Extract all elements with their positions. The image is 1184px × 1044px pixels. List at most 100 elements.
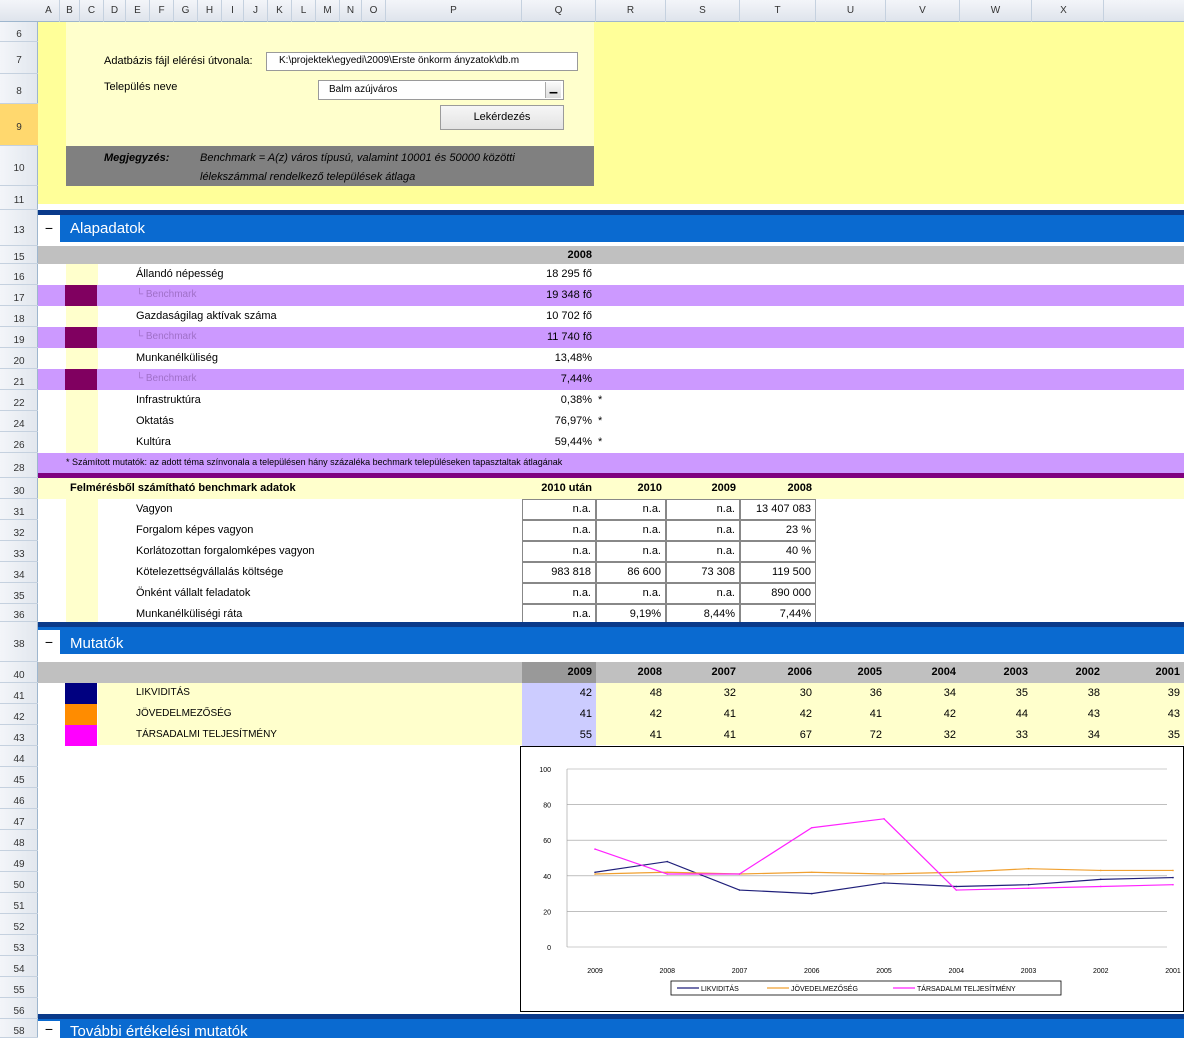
row-header-9[interactable]: 9	[0, 104, 38, 146]
row-header-48[interactable]: 48	[0, 830, 38, 851]
row-header-28[interactable]: 28	[0, 453, 38, 478]
indicator-year-header: 2005	[857, 666, 882, 678]
row-value: 76,97%	[554, 415, 592, 427]
row-header-19[interactable]: 19	[0, 327, 38, 348]
row-header-17[interactable]: 17	[0, 285, 38, 306]
row-header-22[interactable]: 22	[0, 390, 38, 411]
column-header-f[interactable]: F	[150, 0, 174, 22]
column-header-bar: ABCDEFGHIJKLMNOPQRSTUVWX	[0, 0, 1184, 22]
survey-cell: n.a.	[522, 541, 596, 562]
row-header-13[interactable]: 13	[0, 210, 38, 246]
survey-cell: n.a.	[596, 541, 666, 562]
column-header-e[interactable]: E	[126, 0, 150, 22]
column-header-k[interactable]: K	[268, 0, 292, 22]
survey-cell: n.a.	[666, 583, 740, 604]
survey-title: Felmérésből számítható benchmark adatok	[70, 482, 296, 494]
indicator-value: 43	[1167, 708, 1180, 720]
row-value: 0,38%	[560, 394, 592, 406]
section-title: Alapadatok	[70, 220, 146, 237]
row-header-8[interactable]: 8	[0, 74, 38, 104]
column-header-q[interactable]: Q	[522, 0, 596, 22]
path-field[interactable]: K:\projektek\egyedi\2009\Erste önkorm án…	[266, 52, 578, 71]
survey-row-label: Korlátozottan forgalomképes vagyon	[136, 545, 315, 557]
row-header-53[interactable]: 53	[0, 935, 38, 956]
row-header-10[interactable]: 10	[0, 146, 38, 186]
row-header-47[interactable]: 47	[0, 809, 38, 830]
settlement-dropdown[interactable]: Balm azújváros ▁	[318, 80, 564, 100]
column-header-x[interactable]: X	[1024, 0, 1104, 22]
indicator-value: 55	[579, 729, 592, 741]
row-header-49[interactable]: 49	[0, 851, 38, 872]
series-point-2	[810, 826, 813, 829]
column-header-d[interactable]: D	[104, 0, 126, 22]
column-header-u[interactable]: U	[816, 0, 886, 22]
column-header-o[interactable]: O	[362, 0, 386, 22]
column-header-c[interactable]: C	[80, 0, 104, 22]
settlement-label: Település neve	[104, 81, 178, 93]
benchmark-swatch	[65, 285, 97, 306]
indicator-value: 41	[649, 729, 662, 741]
series-point-0	[1099, 878, 1102, 881]
column-header-l[interactable]: L	[292, 0, 316, 22]
row-header-7[interactable]: 7	[0, 42, 38, 74]
row-header-32[interactable]: 32	[0, 520, 38, 541]
row-header-26[interactable]: 26	[0, 432, 38, 453]
column-header-t[interactable]: T	[740, 0, 816, 22]
row-header-51[interactable]: 51	[0, 893, 38, 914]
row-header-20[interactable]: 20	[0, 348, 38, 369]
row-header-35[interactable]: 35	[0, 583, 38, 604]
row-header-50[interactable]: 50	[0, 872, 38, 893]
row-header-34[interactable]: 34	[0, 562, 38, 583]
benchmark-row-bg	[38, 369, 1184, 390]
row-header-33[interactable]: 33	[0, 541, 38, 562]
row-header-31[interactable]: 31	[0, 499, 38, 520]
series-point-0	[1027, 883, 1030, 886]
row-header-54[interactable]: 54	[0, 956, 38, 977]
row-header-21[interactable]: 21	[0, 369, 38, 390]
row-header-42[interactable]: 42	[0, 704, 38, 725]
year-header: 2008	[567, 249, 592, 261]
row-header-56[interactable]: 56	[0, 998, 38, 1019]
dropdown-arrow-icon[interactable]: ▁	[545, 82, 561, 98]
column-header-n[interactable]: N	[340, 0, 362, 22]
row-header-46[interactable]: 46	[0, 788, 38, 809]
row-header-11[interactable]: 11	[0, 186, 38, 210]
collapse-button[interactable]: −	[38, 630, 60, 654]
indicator-value: 30	[799, 687, 812, 699]
collapse-button[interactable]: −	[38, 215, 60, 242]
query-button[interactable]: Lekérdezés	[440, 105, 564, 130]
column-header-r[interactable]: R	[596, 0, 666, 22]
column-header-h[interactable]: H	[198, 0, 222, 22]
column-header-p[interactable]: P	[386, 0, 522, 22]
row-header-40[interactable]: 40	[0, 662, 38, 683]
row-header-30[interactable]: 30	[0, 478, 38, 499]
row-header-43[interactable]: 43	[0, 725, 38, 746]
column-header-i[interactable]: I	[222, 0, 244, 22]
row-header-44[interactable]: 44	[0, 746, 38, 767]
column-header-m[interactable]: M	[316, 0, 340, 22]
column-header-w[interactable]: W	[960, 0, 1032, 22]
column-header-a[interactable]: A	[38, 0, 60, 22]
collapse-button[interactable]: −	[38, 1021, 60, 1038]
row-header-45[interactable]: 45	[0, 767, 38, 788]
note-line-2: lélekszámmal rendelkező települések átla…	[200, 171, 416, 183]
row-header-15[interactable]: 15	[0, 246, 38, 264]
row-header-16[interactable]: 16	[0, 264, 38, 285]
column-header-v[interactable]: V	[886, 0, 960, 22]
row-header-36[interactable]: 36	[0, 604, 38, 622]
row-header-55[interactable]: 55	[0, 977, 38, 998]
row-header-58[interactable]: 58	[0, 1019, 38, 1038]
column-header-j[interactable]: J	[244, 0, 268, 22]
line-chart[interactable]: 100 80 60 40 20 0 2009 2008 2007 2006 2005 2004 2003…	[520, 746, 1184, 1012]
row-header-52[interactable]: 52	[0, 914, 38, 935]
row-header-41[interactable]: 41	[0, 683, 38, 704]
survey-cell: n.a.	[666, 520, 740, 541]
indicator-value: 33	[1015, 729, 1028, 741]
row-header-6[interactable]: 6	[0, 22, 38, 42]
column-header-g[interactable]: G	[174, 0, 198, 22]
row-header-18[interactable]: 18	[0, 306, 38, 327]
row-header-38[interactable]: 38	[0, 622, 38, 662]
column-header-s[interactable]: S	[666, 0, 740, 22]
row-header-24[interactable]: 24	[0, 411, 38, 432]
column-header-b[interactable]: B	[60, 0, 80, 22]
